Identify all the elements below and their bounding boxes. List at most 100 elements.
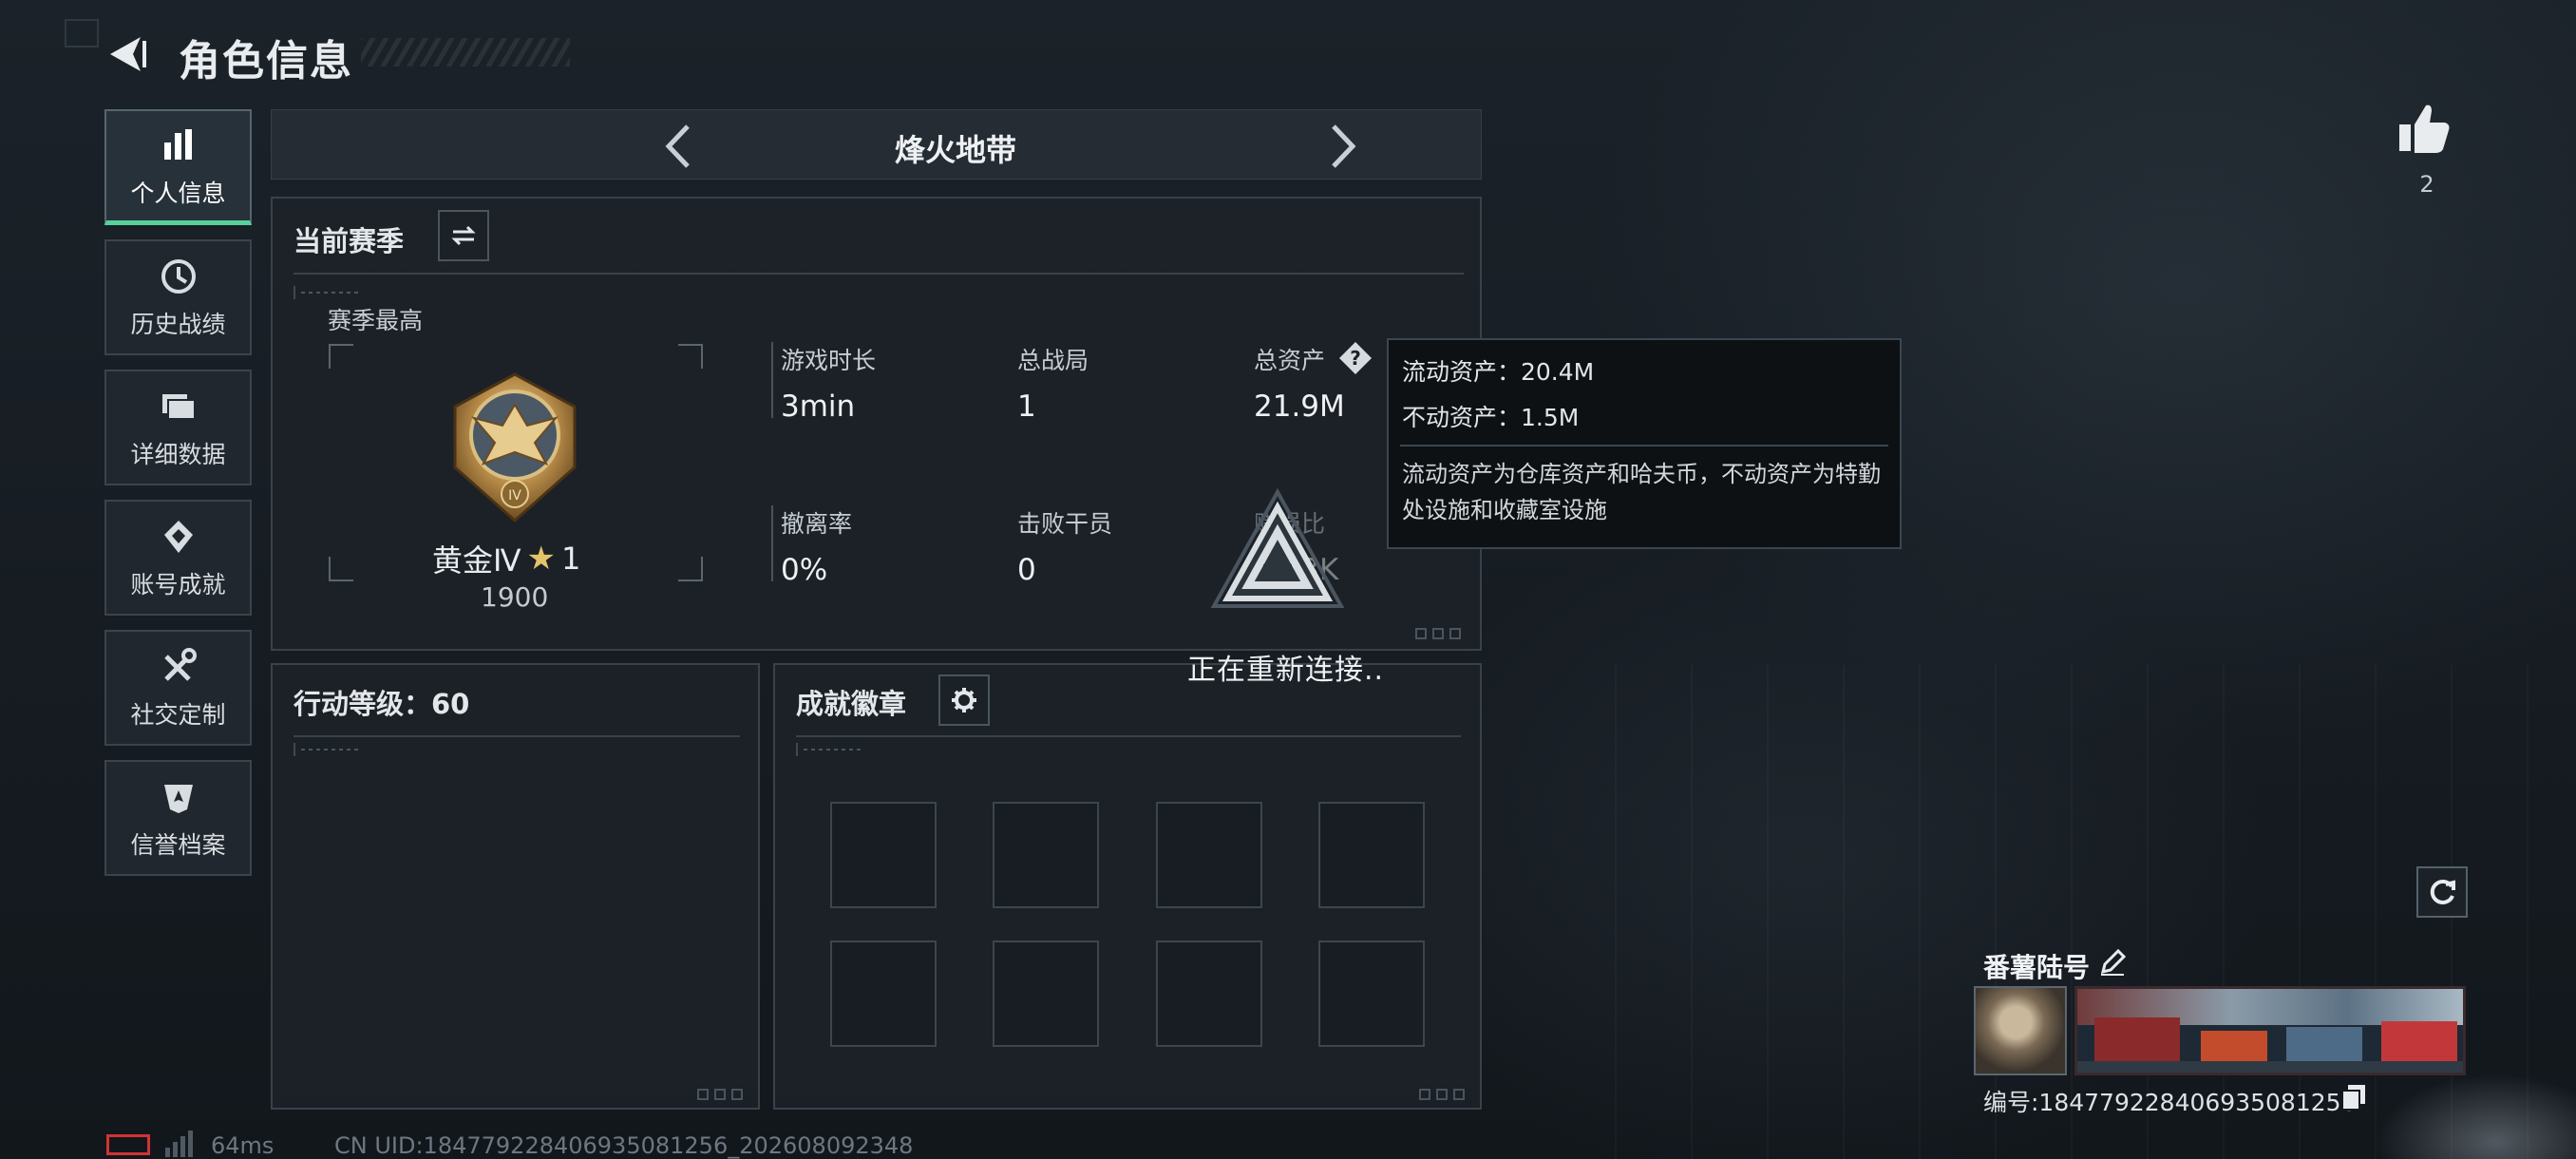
stat-play-time: 游戏时长 3min xyxy=(771,342,877,424)
rank-name: 黄金Ⅳ xyxy=(432,542,521,579)
frame-corner xyxy=(678,344,703,369)
refresh-button[interactable] xyxy=(2416,866,2468,918)
sidebar-item-label: 信誉档案 xyxy=(130,831,226,859)
back-button[interactable] xyxy=(104,28,152,80)
background-glow xyxy=(2375,1074,2576,1159)
action-level-panel: 行动等级：60 xyxy=(271,663,760,1110)
shield-badge-icon xyxy=(157,775,200,819)
mode-selector: 烽火地带 xyxy=(271,109,1482,180)
thumbs-up-icon[interactable] xyxy=(2396,100,2453,157)
rank-display: 黄金Ⅳ ★ 1 xyxy=(432,537,580,580)
badge-slot[interactable] xyxy=(830,940,937,1047)
stat-value: 1 xyxy=(1017,390,1036,424)
chevron-left-icon xyxy=(665,124,690,168)
liquid-assets: 流动资产：20.4M xyxy=(1402,358,1595,386)
player-name: 番薯陆号 xyxy=(1983,952,2091,983)
like-count: 2 xyxy=(2419,171,2434,198)
divider xyxy=(1400,445,1888,446)
stat-label: 游戏时长 xyxy=(781,347,877,374)
divider xyxy=(294,735,740,737)
corner-ticks xyxy=(1415,628,1468,639)
badge-slot[interactable] xyxy=(1318,802,1425,908)
stat-value: 21.9M xyxy=(1254,390,1345,424)
switch-season-button[interactable] xyxy=(438,210,489,261)
mode-title: 烽火地带 xyxy=(894,132,1016,168)
next-mode-button[interactable] xyxy=(1316,120,1370,173)
frame-corner xyxy=(329,344,353,369)
badge-slot[interactable] xyxy=(1156,802,1262,908)
battery-icon xyxy=(106,1134,150,1155)
rank-medal-icon: IV xyxy=(453,372,577,523)
decoration xyxy=(796,743,862,756)
stat-divider xyxy=(771,505,773,581)
assets-tooltip: 流动资产：20.4M 不动资产：1.5M 流动资产为仓库资产和哈夫币，不动资产为… xyxy=(1387,338,1902,549)
corner-decoration xyxy=(65,19,99,48)
signal-icon xyxy=(165,1130,193,1157)
sidebar-item-achievements[interactable]: 账号成就 xyxy=(104,500,252,616)
chevron-right-icon xyxy=(1332,124,1356,168)
corner-ticks xyxy=(697,1089,750,1100)
badge-settings-button[interactable] xyxy=(938,674,990,726)
gear-icon xyxy=(952,688,976,712)
page-title: 角色信息 xyxy=(179,37,353,86)
reconnect-icon xyxy=(1210,487,1345,608)
sidebar-item-history[interactable]: 历史战绩 xyxy=(104,239,252,355)
assets-description: 流动资产为仓库资产和哈夫币，不动资产为特勤处设施和收藏室设施 xyxy=(1402,461,1881,523)
decoration xyxy=(294,286,360,299)
stat-total-matches: 总战局 1 xyxy=(1017,342,1089,424)
badges-heading: 成就徽章 xyxy=(796,688,907,720)
stat-value: 0% xyxy=(781,553,828,587)
reconnecting-text: 正在重新连接.. xyxy=(1187,654,1385,687)
stat-label: 总战局 xyxy=(1017,347,1089,374)
copy-icon[interactable] xyxy=(2340,1083,2367,1112)
title-decoration xyxy=(361,38,570,66)
badge-slot[interactable] xyxy=(830,802,937,908)
back-arrow-icon xyxy=(110,37,146,71)
stat-operators-defeated: 击败干员 0 xyxy=(1017,505,1112,587)
badge-slot[interactable] xyxy=(1318,940,1425,1047)
help-icon[interactable]: ? xyxy=(1337,340,1373,376)
sidebar-item-label: 社交定制 xyxy=(130,701,226,729)
frame-corner xyxy=(329,557,353,581)
stat-extraction-rate: 撤离率 0% xyxy=(771,505,853,587)
sidebar-item-label: 个人信息 xyxy=(130,179,226,207)
edit-icon[interactable] xyxy=(2097,947,2128,978)
badge-slot[interactable] xyxy=(1156,940,1262,1047)
frame-corner xyxy=(678,557,703,581)
stat-value: 0 xyxy=(1017,553,1036,587)
star-icon: ★ xyxy=(526,540,557,578)
svg-text:?: ? xyxy=(1350,347,1361,370)
season-heading: 当前赛季 xyxy=(294,225,405,257)
badge-slot[interactable] xyxy=(993,940,1099,1047)
divider xyxy=(796,735,1461,737)
uid-text: CN UID:1847792284069350812​56_2026080923… xyxy=(334,1132,914,1159)
sidebar-item-profile[interactable]: 个人信息 xyxy=(104,109,252,225)
refresh-icon xyxy=(2430,879,2455,904)
sidebar-item-social[interactable]: 社交定制 xyxy=(104,630,252,746)
avatar[interactable] xyxy=(1974,986,2067,1075)
player-banner[interactable] xyxy=(2074,986,2466,1075)
rank-stars: 1 xyxy=(561,541,581,577)
badge-slot[interactable] xyxy=(993,802,1099,908)
stat-label: 击败干员 xyxy=(1017,510,1113,538)
fixed-assets: 不动资产：1.5M xyxy=(1402,404,1580,431)
bar-chart-icon xyxy=(157,124,200,167)
tools-icon xyxy=(157,645,200,689)
stat-total-assets: 总资产 21.9M xyxy=(1254,342,1345,424)
sidebar-item-label: 详细数据 xyxy=(130,441,226,468)
sidebar-item-label: 历史战绩 xyxy=(130,311,226,338)
ping-text: 64ms xyxy=(211,1132,275,1159)
stat-label: 总资产 xyxy=(1254,347,1326,374)
stat-label: 撤离率 xyxy=(781,510,853,538)
previous-mode-button[interactable] xyxy=(652,120,705,173)
sidebar-item-reputation[interactable]: 信誉档案 xyxy=(104,760,252,876)
stat-divider xyxy=(771,342,773,418)
clock-history-icon xyxy=(157,255,200,298)
decoration xyxy=(294,743,360,756)
player-id: 编号:1847792284069350812​56 xyxy=(1983,1089,2357,1116)
action-level-heading: 行动等级：60 xyxy=(294,688,470,720)
svg-text:IV: IV xyxy=(508,488,521,504)
sidebar-item-details[interactable]: 详细数据 xyxy=(104,370,252,485)
corner-ticks xyxy=(1419,1089,1472,1100)
rank-points: 1900 xyxy=(481,581,549,613)
